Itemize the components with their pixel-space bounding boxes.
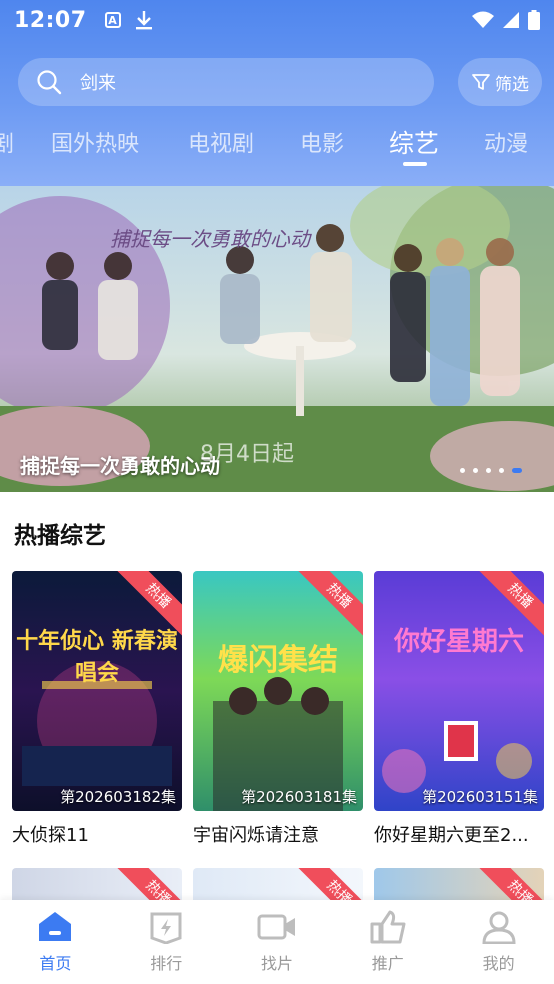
search-icon <box>37 70 62 95</box>
carousel-dot <box>460 468 465 473</box>
section-title: 热播综艺 <box>14 523 106 549</box>
thumbs-up-icon <box>370 910 406 944</box>
nav-profile-label: 我的 <box>482 954 515 973</box>
show-title[interactable]: 宇宙闪烁请注意 <box>193 821 363 847</box>
search-query: 剑来 <box>80 73 116 94</box>
show-title[interactable]: 大侦探11 <box>12 821 182 847</box>
variety-cards: 十年侦心 新春演唱会 热播 第202603182集 大侦探11 爆闪集结 热播 … <box>12 571 544 847</box>
poster-title: 十年侦心 新春演唱会 <box>16 629 178 686</box>
tab-variety[interactable]: 综艺 <box>389 124 439 160</box>
search-row: 剑来 筛选 <box>18 58 542 106</box>
active-tab-indicator <box>403 162 427 166</box>
nav-find[interactable]: 找片 <box>222 900 333 984</box>
system-icons <box>472 10 540 30</box>
category-tabs: 剧 国外热映 电视剧 电影 综艺 动漫 <box>0 120 554 176</box>
nav-home[interactable]: 首页 <box>0 900 111 984</box>
status-time: 12:07 <box>14 7 87 33</box>
filter-icon <box>472 74 490 90</box>
poster-title: 你好星期六 <box>393 627 524 657</box>
nav-find-label: 找片 <box>260 954 293 973</box>
carousel-dot <box>473 468 478 473</box>
episode-label: 第202603182集 <box>60 788 176 806</box>
show-poster[interactable]: 十年侦心 新春演唱会 热播 第202603182集 <box>12 571 182 811</box>
tab-tv-series[interactable]: 电视剧 <box>188 126 254 158</box>
show-card[interactable]: 你好星期六 热播 第202603151集 你好星期六更至2... <box>374 571 544 847</box>
search-input[interactable]: 剑来 <box>18 58 434 106</box>
app-notification-icon: A <box>104 12 121 28</box>
wifi-icon <box>472 11 494 28</box>
banner-art-title: 捕捉每一次勇敢的心动 <box>110 227 312 251</box>
carousel-dot <box>499 468 504 473</box>
episode-label: 第202603181集 <box>241 788 357 806</box>
status-bar: 12:07 A <box>0 0 554 40</box>
tab-movies[interactable]: 电影 <box>300 126 344 158</box>
nav-promote[interactable]: 推广 <box>332 900 443 984</box>
ranking-icon <box>150 912 182 944</box>
user-icon <box>482 911 516 944</box>
video-camera-icon <box>257 914 295 940</box>
nav-ranking[interactable]: 排行 <box>111 900 222 984</box>
bottom-navigation: 首页 排行 找片 推广 我的 <box>0 900 554 984</box>
download-icon <box>135 11 152 30</box>
carousel-dot-active <box>512 468 522 473</box>
carousel-indicator <box>460 468 522 473</box>
tab-drama-partial[interactable]: 剧 <box>0 126 14 158</box>
banner-caption: 捕捉每一次勇敢的心动 <box>20 454 220 478</box>
show-card[interactable]: 爆闪集结 热播 第202603181集 宇宙闪烁请注意 <box>193 571 363 847</box>
nav-profile[interactable]: 我的 <box>443 900 554 984</box>
tab-anime[interactable]: 动漫 <box>484 126 528 158</box>
show-poster[interactable]: 爆闪集结 热播 第202603181集 <box>193 571 363 811</box>
filter-button[interactable]: 筛选 <box>458 58 542 106</box>
nav-ranking-label: 排行 <box>150 954 183 973</box>
filter-label: 筛选 <box>495 74 529 95</box>
episode-label: 第202603151集 <box>422 788 538 806</box>
home-icon <box>39 912 72 941</box>
show-title[interactable]: 你好星期六更至2... <box>374 821 544 847</box>
banner-image: 捕捉每一次勇敢的心动 8月4日起 <box>0 186 554 492</box>
show-card[interactable]: 十年侦心 新春演唱会 热播 第202603182集 大侦探11 <box>12 571 182 847</box>
nav-promote-label: 推广 <box>371 954 404 973</box>
tab-foreign-hits[interactable]: 国外热映 <box>51 126 139 158</box>
signal-icon <box>503 12 519 28</box>
featured-banner[interactable]: 捕捉每一次勇敢的心动 8月4日起 捕捉每一次勇敢的心动 <box>0 186 554 492</box>
poster-title: 爆闪集结 <box>218 643 338 678</box>
nav-home-label: 首页 <box>39 954 72 973</box>
carousel-dot <box>486 468 491 473</box>
battery-icon <box>528 10 540 30</box>
notification-icons: A <box>104 10 153 30</box>
show-poster[interactable]: 你好星期六 热播 第202603151集 <box>374 571 544 811</box>
